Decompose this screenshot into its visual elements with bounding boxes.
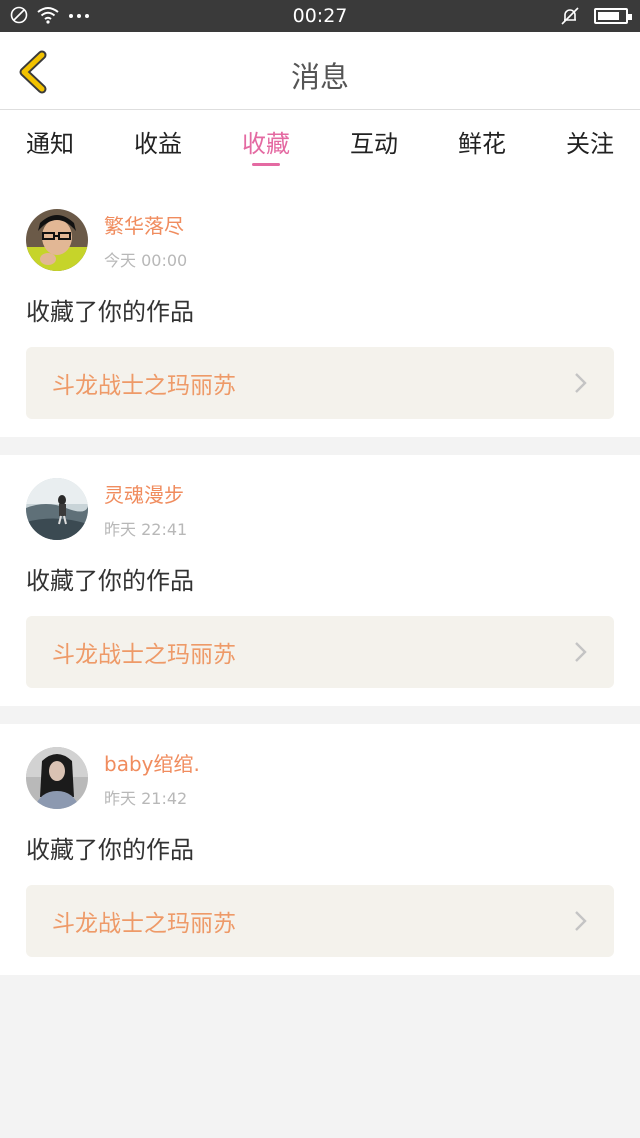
list-item: 灵魂漫步 昨天 22:41 收藏了你的作品 斗龙战士之玛丽苏 (0, 455, 640, 706)
work-title: 斗龙战士之玛丽苏 (52, 373, 236, 399)
item-meta: 灵魂漫步 昨天 22:41 (104, 479, 187, 540)
username[interactable]: 灵魂漫步 (104, 479, 187, 508)
bell-muted-icon (561, 7, 579, 25)
username[interactable]: 繁华落尽 (104, 210, 187, 239)
work-title: 斗龙战士之玛丽苏 (52, 911, 236, 937)
item-header: baby绾绾. 昨天 21:42 (26, 746, 614, 810)
status-time: 00:27 (292, 5, 348, 27)
username[interactable]: baby绾绾. (104, 748, 200, 777)
status-right-icons (560, 6, 632, 26)
item-header: 繁华落尽 今天 00:00 (26, 208, 614, 272)
work-title: 斗龙战士之玛丽苏 (52, 642, 236, 668)
chevron-right-icon (575, 642, 587, 662)
timestamp: 今天 00:00 (104, 250, 188, 270)
work-link[interactable]: 斗龙战士之玛丽苏 (26, 347, 614, 419)
work-link[interactable]: 斗龙战士之玛丽苏 (26, 885, 614, 957)
work-link[interactable]: 斗龙战士之玛丽苏 (26, 616, 614, 688)
list-item: 繁华落尽 今天 00:00 收藏了你的作品 斗龙战士之玛丽苏 (0, 186, 640, 437)
avatar[interactable] (26, 478, 88, 540)
avatar[interactable] (26, 209, 88, 271)
item-header: 灵魂漫步 昨天 22:41 (26, 477, 614, 541)
timestamp: 昨天 22:41 (104, 519, 188, 539)
list-item: baby绾绾. 昨天 21:42 收藏了你的作品 斗龙战士之玛丽苏 (0, 724, 640, 975)
item-meta: baby绾绾. 昨天 21:42 (104, 748, 200, 809)
chevron-right-icon (575, 373, 587, 393)
nav-bar: 消息 (0, 32, 640, 110)
tab-follows[interactable]: 关注 (566, 110, 614, 172)
action-text: 收藏了你的作品 (26, 298, 194, 326)
action-text: 收藏了你的作品 (26, 836, 194, 864)
tab-bar: 通知 收益 收藏 互动 鲜花 关注 (0, 110, 640, 172)
tab-flowers[interactable]: 鲜花 (458, 110, 506, 172)
status-bar: 00:27 (0, 0, 640, 32)
tab-notifications[interactable]: 通知 (26, 110, 74, 172)
chevron-right-icon (575, 911, 587, 931)
avatar[interactable] (26, 747, 88, 809)
battery-icon (594, 8, 632, 24)
tab-earnings[interactable]: 收益 (134, 110, 182, 172)
action-text: 收藏了你的作品 (26, 567, 194, 595)
page-title: 消息 (290, 60, 349, 94)
item-meta: 繁华落尽 今天 00:00 (104, 210, 187, 271)
timestamp: 昨天 21:42 (104, 788, 188, 808)
tab-favorites[interactable]: 收藏 (242, 110, 290, 172)
tab-interactions[interactable]: 互动 (350, 110, 398, 172)
